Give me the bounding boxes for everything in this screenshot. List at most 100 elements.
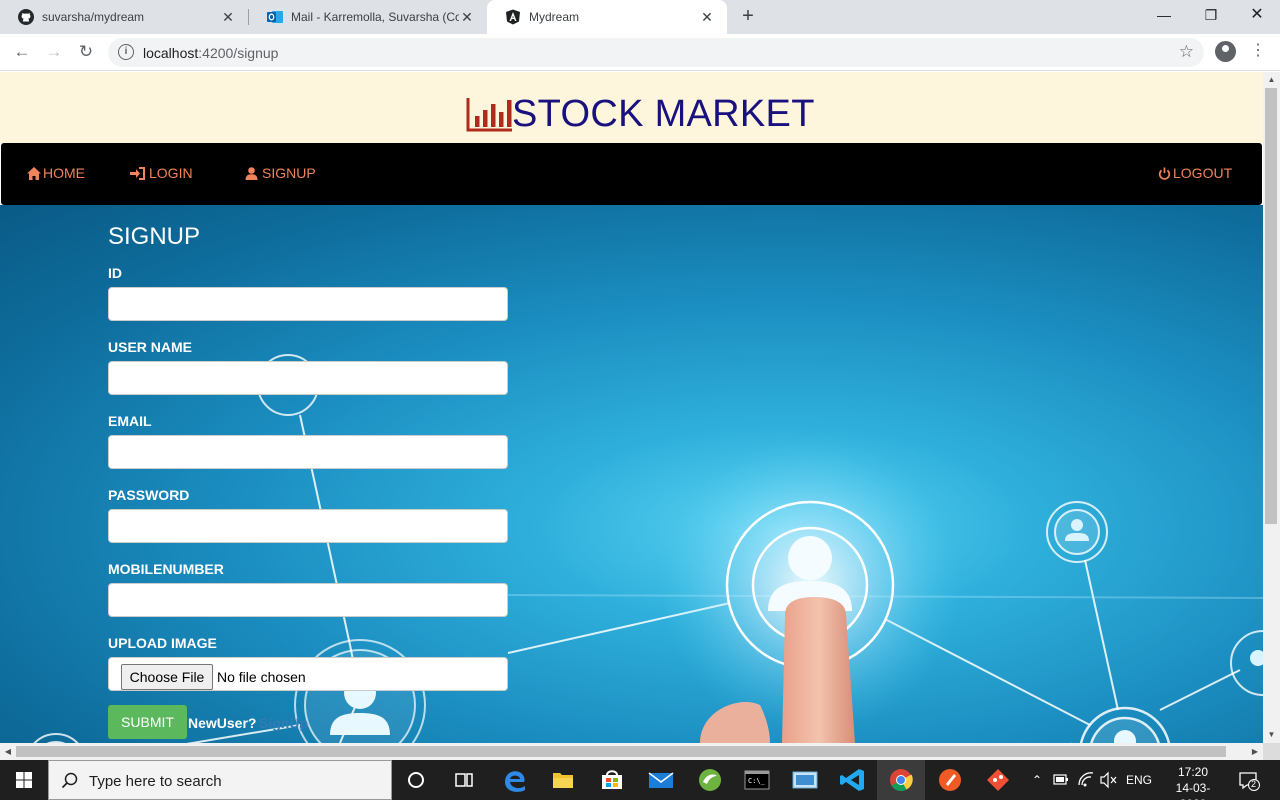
nav-home-link[interactable]: HOME <box>27 165 85 181</box>
scroll-left-arrow-icon[interactable]: ◀ <box>0 743 16 760</box>
close-tab-icon[interactable]: ✕ <box>220 9 236 26</box>
close-tab-icon[interactable]: ✕ <box>699 9 715 26</box>
mail-icon[interactable] <box>637 760 685 800</box>
new-tab-icon[interactable]: + <box>737 5 759 27</box>
github-icon <box>18 9 34 25</box>
tab-title: Mail - Karremolla, Suvarsha (Cog <box>291 10 459 24</box>
home-icon <box>27 166 41 180</box>
browser-toolbar: ← → ↻ i localhost:4200/signup ☆ <box>0 34 1280 71</box>
cortana-icon[interactable] <box>392 760 440 800</box>
file-explorer-icon[interactable] <box>539 760 587 800</box>
taskbar-clock[interactable]: 17:20 14-03-2020 <box>1163 764 1223 800</box>
taskbar-search-box[interactable]: Type here to search <box>48 760 392 800</box>
site-info-icon[interactable]: i <box>118 44 134 60</box>
tab-outlook[interactable]: Mail - Karremolla, Suvarsha (Cog ✕ <box>249 0 487 34</box>
close-window-icon[interactable]: ✕ <box>1234 0 1280 30</box>
clock-time: 17:20 <box>1177 765 1209 779</box>
git-kraken-icon[interactable] <box>974 760 1022 800</box>
battery-icon[interactable] <box>1052 760 1070 800</box>
nav-signup-link[interactable]: SIGNUP <box>245 165 316 181</box>
username-field[interactable] <box>108 361 508 395</box>
profile-avatar-icon[interactable] <box>1215 41 1236 62</box>
spring-tools-icon[interactable] <box>686 760 734 800</box>
minimize-icon[interactable]: — <box>1141 0 1187 30</box>
volume-muted-icon[interactable] <box>1099 760 1119 800</box>
browser-tab-strip: suvarsha/mydream ✕ Mail - Karremolla, Su… <box>0 0 1280 34</box>
restore-icon[interactable]: ❐ <box>1188 0 1234 30</box>
id-label: ID <box>108 265 122 281</box>
user-icon <box>245 166 258 180</box>
store-icon[interactable] <box>588 760 636 800</box>
email-field[interactable] <box>108 435 508 469</box>
hero-background: SIGNUP ID USER NAME EMAIL PASSWORD MOBIL… <box>0 205 1263 743</box>
vertical-scrollbar[interactable]: ▲ ▼ <box>1263 72 1280 743</box>
wifi-icon[interactable] <box>1076 760 1096 800</box>
angular-icon <box>506 9 520 25</box>
new-user-text: NewUser? <box>188 715 257 731</box>
action-center-icon[interactable]: 2 <box>1238 770 1260 791</box>
mobilenumber-label: MOBILENUMBER <box>108 561 224 577</box>
task-view-icon[interactable] <box>440 760 488 800</box>
choose-file-button[interactable]: Choose File <box>121 664 213 690</box>
email-label: EMAIL <box>108 413 152 429</box>
password-label: PASSWORD <box>108 487 190 503</box>
upload-image-field: Choose File No file chosen <box>108 657 508 691</box>
scroll-down-arrow-icon[interactable]: ▼ <box>1263 727 1280 743</box>
scrollbar-corner <box>1263 743 1280 760</box>
page-viewport: STOCK MARKET HOME LOGIN SIGNUP LOGOUT SI… <box>0 72 1263 743</box>
close-tab-icon[interactable]: ✕ <box>459 9 475 26</box>
show-hidden-icons-icon[interactable]: ⌃ <box>1030 760 1044 800</box>
site-header: STOCK MARKET <box>0 72 1263 143</box>
address-bar[interactable]: i localhost:4200/signup ☆ <box>108 38 1204 67</box>
form-title: SIGNUP <box>108 223 201 250</box>
file-status-text: No file chosen <box>217 669 306 685</box>
login-icon <box>130 166 145 180</box>
horizontal-scroll-thumb[interactable] <box>16 746 1226 757</box>
tab-mydream[interactable]: Mydream ✕ <box>487 0 727 34</box>
id-field[interactable] <box>108 287 508 321</box>
tab-github[interactable]: suvarsha/mydream ✕ <box>0 0 248 34</box>
main-navbar: HOME LOGIN SIGNUP LOGOUT <box>1 143 1262 205</box>
password-field[interactable] <box>108 509 508 543</box>
chrome-menu-icon[interactable]: ⋮ <box>1250 40 1266 62</box>
start-button[interactable] <box>0 760 48 800</box>
chrome-icon[interactable] <box>877 760 925 800</box>
vertical-scroll-thumb[interactable] <box>1265 88 1277 524</box>
bar-chart-icon <box>466 98 512 132</box>
mobilenumber-field[interactable] <box>108 583 508 617</box>
nav-login-label: LOGIN <box>149 165 193 181</box>
url-text: localhost:4200/signup <box>143 45 278 61</box>
command-prompt-icon[interactable]: C:\_ <box>733 760 781 800</box>
upload-image-label: UPLOAD IMAGE <box>108 635 217 651</box>
forward-icon[interactable]: → <box>42 40 66 64</box>
submit-button[interactable]: SUBMIT <box>108 705 187 739</box>
reload-icon[interactable]: ↻ <box>74 40 98 64</box>
brand: STOCK MARKET <box>466 92 815 136</box>
signup-link[interactable]: SignUp <box>259 715 308 731</box>
bookmark-star-icon[interactable]: ☆ <box>1179 42 1194 62</box>
nav-home-label: HOME <box>43 165 85 181</box>
tab-title: Mydream <box>529 10 580 24</box>
username-label: USER NAME <box>108 339 193 355</box>
notification-count: 2 <box>1251 779 1257 789</box>
scroll-up-arrow-icon[interactable]: ▲ <box>1263 72 1280 88</box>
remote-desktop-icon[interactable] <box>781 760 829 800</box>
nav-login-link[interactable]: LOGIN <box>130 165 193 181</box>
language-indicator[interactable]: ENG <box>1126 760 1152 800</box>
vscode-icon[interactable] <box>829 760 877 800</box>
power-icon <box>1158 167 1171 180</box>
nav-logout-link[interactable]: LOGOUT <box>1158 165 1232 181</box>
scroll-right-arrow-icon[interactable]: ▶ <box>1247 743 1263 760</box>
back-icon[interactable]: ← <box>10 40 34 64</box>
tab-title: suvarsha/mydream <box>42 10 145 24</box>
horizontal-scrollbar[interactable]: ◀ ▶ <box>0 743 1263 760</box>
nav-logout-label: LOGOUT <box>1173 165 1233 181</box>
windows-taskbar: Type here to search C:\_ ⌃ ENG 17:20 14-… <box>0 760 1280 800</box>
postman-icon[interactable] <box>926 760 974 800</box>
windows-logo-icon <box>16 772 32 788</box>
outlook-icon <box>267 11 283 23</box>
url-path: :4200/signup <box>198 45 279 61</box>
clock-date: 14-03-2020 <box>1175 781 1211 800</box>
edge-icon[interactable] <box>491 760 539 800</box>
url-host: localhost <box>143 45 199 61</box>
